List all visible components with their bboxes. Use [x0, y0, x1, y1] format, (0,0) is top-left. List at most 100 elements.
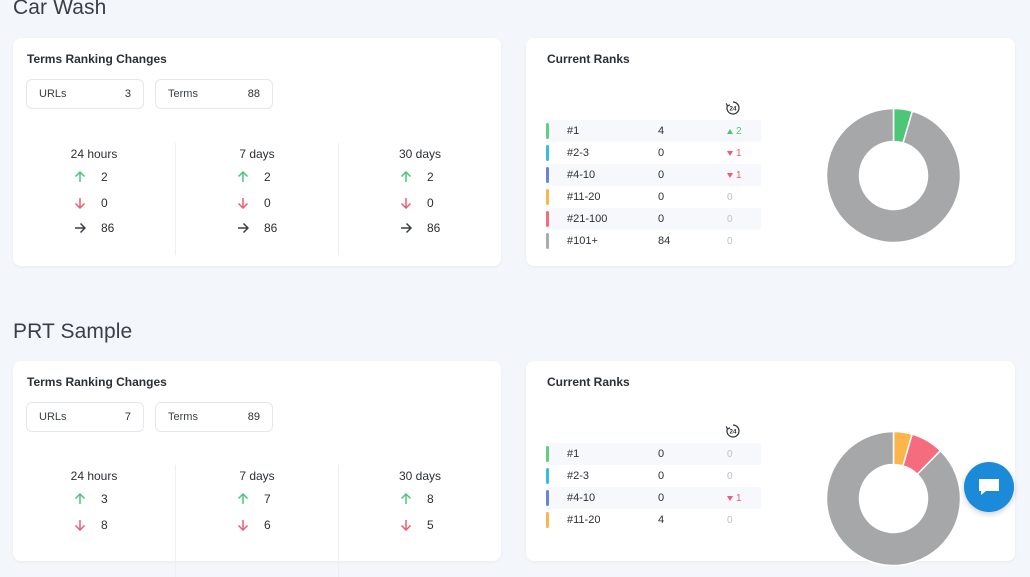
chat-button[interactable]	[964, 462, 1014, 512]
declined-row: 8	[13, 518, 175, 532]
rank-table: #1 0 0 #2-3 0 0 #4-10 0 1 #11-20 4 0	[546, 443, 761, 531]
unchanged-row: 86	[339, 221, 501, 235]
unchanged-row: 86	[13, 221, 175, 235]
rank-distribution-donut[interactable]	[826, 108, 961, 243]
rank-color-bar	[546, 123, 549, 139]
period-30-days: 30 days 8 5	[338, 465, 501, 577]
rank-change-value: 1	[736, 169, 742, 181]
terms-ranking-changes-card: Terms Ranking Changes URLs 7 Terms 89 24…	[13, 361, 501, 577]
rank-change: 0	[727, 214, 733, 225]
improved-row: 2	[176, 170, 338, 184]
rank-distribution-donut[interactable]	[826, 431, 961, 566]
declined-count: 0	[427, 196, 434, 210]
improved-count: 3	[101, 492, 108, 506]
rank-change: 2	[727, 126, 742, 137]
rank-color-bar	[546, 145, 549, 161]
arrow-down-icon	[399, 197, 413, 209]
period-7-days: 7 days 7 6	[175, 465, 338, 577]
rank-row: #21-100 0 0	[546, 208, 761, 230]
declined-count: 5	[427, 518, 434, 532]
rank-label: #21-100	[567, 213, 608, 225]
rank-change-value: 0	[727, 448, 733, 460]
period-label: 7 days	[239, 469, 275, 483]
24h-history-icon[interactable]: 24	[725, 423, 741, 439]
rank-table: #1 4 2 #2-3 0 1 #4-10 0 1 #11-20 0 0 #21-100 0 0 #…	[546, 120, 761, 252]
rank-count: 0	[658, 448, 665, 460]
rank-label: #4-10	[567, 169, 596, 181]
rank-count: 0	[658, 191, 665, 203]
terms-count: 88	[247, 88, 260, 100]
improved-row: 3	[13, 492, 175, 506]
rank-row: #11-20 4 0	[546, 509, 761, 531]
card-title: Current Ranks	[547, 375, 630, 389]
arrow-right-icon	[399, 222, 413, 234]
rank-count: 0	[658, 213, 665, 225]
arrow-right-icon	[236, 222, 250, 234]
terms-pill[interactable]: Terms 89	[155, 402, 273, 432]
svg-text:24: 24	[730, 429, 737, 436]
rank-change-value: 1	[736, 492, 742, 504]
declined-count: 0	[101, 196, 108, 210]
terms-count: 89	[247, 411, 260, 423]
rank-count: 0	[658, 147, 665, 159]
arrow-up-icon	[399, 493, 413, 505]
rank-color-bar	[546, 446, 549, 462]
arrow-right-icon	[73, 222, 87, 234]
rank-change-value: 0	[727, 514, 733, 526]
rank-change: 0	[727, 192, 733, 203]
period-24-hours: 24 hours 3 8	[13, 465, 175, 577]
terms-label: Terms	[168, 88, 198, 100]
period-label: 24 hours	[70, 147, 118, 161]
arrow-down-icon	[73, 519, 87, 531]
rank-change-value: 0	[727, 235, 733, 247]
rank-change-value: 2	[736, 125, 742, 137]
declined-row: 6	[176, 518, 338, 532]
period-stats: 24 hours 3 8 7 days 7 6 30 days 8 5	[13, 465, 501, 577]
declined-row: 0	[13, 196, 175, 210]
rank-count: 4	[658, 125, 665, 137]
caret-down-icon	[727, 172, 733, 178]
24h-history-icon[interactable]: 24	[725, 100, 741, 116]
arrow-up-icon	[236, 493, 250, 505]
rank-change-value: 0	[727, 191, 733, 203]
terms-label: Terms	[168, 411, 198, 423]
urls-pill[interactable]: URLs 3	[26, 79, 144, 109]
card-title: Terms Ranking Changes	[27, 375, 167, 389]
rank-row: #1 0 0	[546, 443, 761, 465]
declined-count: 0	[264, 196, 271, 210]
rank-change: 1	[727, 493, 742, 504]
urls-label: URLs	[39, 88, 67, 100]
rank-count: 0	[658, 169, 665, 181]
urls-pill[interactable]: URLs 7	[26, 402, 144, 432]
rank-change: 0	[727, 515, 733, 526]
card-title: Terms Ranking Changes	[27, 52, 167, 66]
period-30-days: 30 days 2 0 86	[338, 143, 501, 255]
arrow-up-icon	[399, 171, 413, 183]
caret-down-icon	[727, 150, 733, 156]
section-title-car-wash: Car Wash	[13, 0, 107, 19]
rank-label: #2-3	[567, 470, 590, 482]
rank-change: 0	[727, 471, 733, 482]
rank-label: #11-20	[567, 514, 601, 526]
rank-color-bar	[546, 189, 549, 205]
rank-change: 1	[727, 170, 742, 181]
card-title: Current Ranks	[547, 52, 630, 66]
current-ranks-card: Current Ranks 24 #1 4 2 #2-3 0 1 #4-10 0 1 #11…	[526, 38, 1015, 266]
declined-row: 0	[176, 196, 338, 210]
donut-slice[interactable]	[826, 431, 961, 566]
rank-row: #11-20 0 0	[546, 186, 761, 208]
improved-count: 2	[264, 170, 271, 184]
terms-pill[interactable]: Terms 88	[155, 79, 273, 109]
rank-row: #101+ 84 0	[546, 230, 761, 252]
rank-color-bar	[546, 211, 549, 227]
rank-change-value: 0	[727, 470, 733, 482]
arrow-down-icon	[399, 519, 413, 531]
rank-change-value: 0	[727, 213, 733, 225]
unchanged-count: 86	[101, 221, 115, 235]
rank-row: #1 4 2	[546, 120, 761, 142]
donut-slice[interactable]	[826, 108, 961, 243]
urls-count: 3	[124, 88, 131, 100]
current-ranks-card: Current Ranks 24 #1 0 0 #2-3 0 0 #4-10 0 1 #11…	[526, 361, 1015, 566]
arrow-down-icon	[73, 197, 87, 209]
section-title-prt-sample: PRT Sample	[13, 320, 133, 343]
